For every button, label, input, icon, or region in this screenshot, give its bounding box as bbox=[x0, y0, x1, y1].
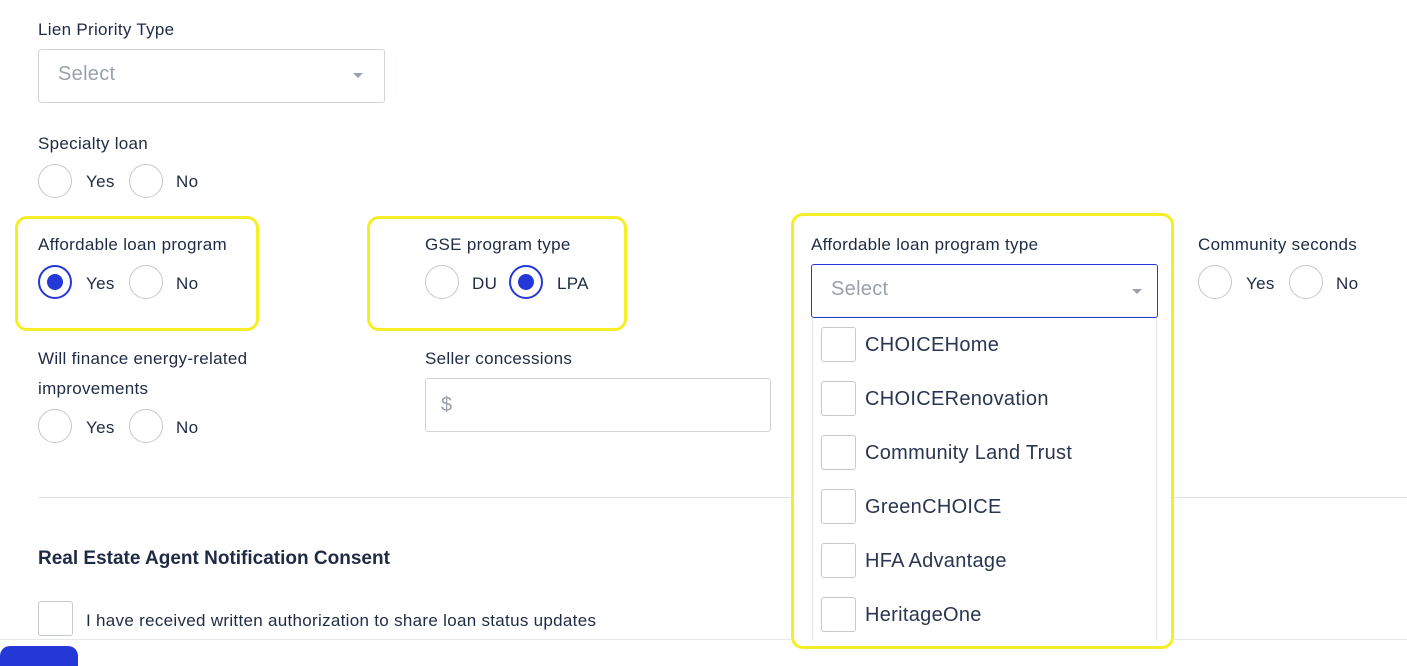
energy-improvements-label-line1: Will finance energy-related bbox=[38, 349, 248, 368]
dropdown-option[interactable]: CHOICEHome bbox=[813, 318, 1156, 372]
energy-improvements-label: Will finance energy-related improvements bbox=[38, 349, 247, 399]
seller-concessions-input[interactable]: $ bbox=[425, 378, 771, 432]
dollar-prefix: $ bbox=[441, 394, 453, 416]
gse-lpa-label: LPA bbox=[557, 274, 589, 293]
dropdown-option-label: GreenCHOICE bbox=[865, 496, 1002, 518]
community-seconds-label: Community seconds bbox=[1198, 235, 1358, 254]
specialty-loan-label: Specialty loan bbox=[38, 134, 149, 153]
section-divider bbox=[38, 497, 793, 498]
agent-consent-heading: Real Estate Agent Notification Consent bbox=[38, 548, 390, 569]
dropdown-option-label: HFA Advantage bbox=[865, 550, 1007, 572]
footer-divider-right bbox=[1174, 639, 1407, 640]
agent-consent-checkbox[interactable] bbox=[38, 601, 73, 636]
dropdown-option-checkbox[interactable] bbox=[821, 489, 856, 524]
dropdown-option-checkbox[interactable] bbox=[821, 327, 856, 362]
dropdown-option-checkbox[interactable] bbox=[821, 381, 856, 416]
dropdown-option[interactable]: Community Land Trust bbox=[813, 426, 1156, 480]
affordable-loan-program-no-label: No bbox=[176, 274, 199, 293]
dropdown-option-checkbox[interactable] bbox=[821, 597, 856, 632]
energy-improvements-no-label: No bbox=[176, 418, 199, 437]
chevron-down-icon bbox=[353, 73, 363, 78]
dropdown-option[interactable]: GreenCHOICE bbox=[813, 480, 1156, 534]
partial-primary-button[interactable] bbox=[0, 646, 78, 666]
dropdown-option-label: Community Land Trust bbox=[865, 442, 1073, 464]
energy-improvements-no-radio[interactable] bbox=[129, 409, 163, 443]
dropdown-option[interactable]: HFA Advantage bbox=[813, 534, 1156, 588]
affordable-loan-program-no-radio[interactable] bbox=[129, 265, 163, 299]
energy-improvements-yes-label: Yes bbox=[86, 418, 115, 437]
dropdown-option-label: HeritageOne bbox=[865, 604, 982, 626]
dropdown-option[interactable]: CHOICERenovation bbox=[813, 372, 1156, 426]
dropdown-option-label: CHOICEHome bbox=[865, 334, 1000, 356]
affordable-loan-program-type-dropdown: CHOICEHome CHOICERenovation Community La… bbox=[812, 318, 1157, 640]
gse-du-label: DU bbox=[472, 274, 498, 293]
gse-lpa-radio[interactable] bbox=[509, 265, 543, 299]
dropdown-option-checkbox[interactable] bbox=[821, 435, 856, 470]
specialty-loan-no-label: No bbox=[176, 172, 199, 191]
specialty-loan-yes-radio[interactable] bbox=[38, 164, 72, 198]
community-seconds-yes-label: Yes bbox=[1246, 274, 1275, 293]
lien-priority-label: Lien Priority Type bbox=[38, 20, 175, 39]
energy-improvements-yes-radio[interactable] bbox=[38, 409, 72, 443]
specialty-loan-yes-label: Yes bbox=[86, 172, 115, 191]
community-seconds-no-radio[interactable] bbox=[1289, 265, 1323, 299]
affordable-loan-program-yes-label: Yes bbox=[86, 274, 115, 293]
affordable-loan-program-type-placeholder: Select bbox=[831, 278, 889, 300]
agent-consent-checkbox-label: I have received written authorization to… bbox=[86, 611, 597, 630]
affordable-loan-program-yes-radio[interactable] bbox=[38, 265, 72, 299]
gse-program-type-label: GSE program type bbox=[425, 235, 571, 254]
affordable-loan-program-type-select[interactable]: Select bbox=[811, 264, 1158, 318]
affordable-loan-program-label: Affordable loan program bbox=[38, 235, 227, 254]
footer-divider bbox=[0, 639, 791, 640]
specialty-loan-no-radio[interactable] bbox=[129, 164, 163, 198]
dropdown-option-label: CHOICERenovation bbox=[865, 388, 1049, 410]
gse-du-radio[interactable] bbox=[425, 265, 459, 299]
energy-improvements-label-line2: improvements bbox=[38, 379, 149, 398]
community-seconds-no-label: No bbox=[1336, 274, 1359, 293]
affordable-loan-program-type-label: Affordable loan program type bbox=[811, 235, 1039, 254]
lien-priority-select[interactable]: Select bbox=[38, 49, 385, 103]
lien-priority-placeholder: Select bbox=[58, 63, 116, 85]
community-seconds-yes-radio[interactable] bbox=[1198, 265, 1232, 299]
dropdown-option-checkbox[interactable] bbox=[821, 543, 856, 578]
section-divider-right bbox=[1174, 497, 1407, 498]
chevron-down-icon bbox=[1132, 289, 1142, 294]
seller-concessions-label: Seller concessions bbox=[425, 349, 573, 368]
dropdown-option[interactable]: HeritageOne bbox=[813, 588, 1156, 640]
